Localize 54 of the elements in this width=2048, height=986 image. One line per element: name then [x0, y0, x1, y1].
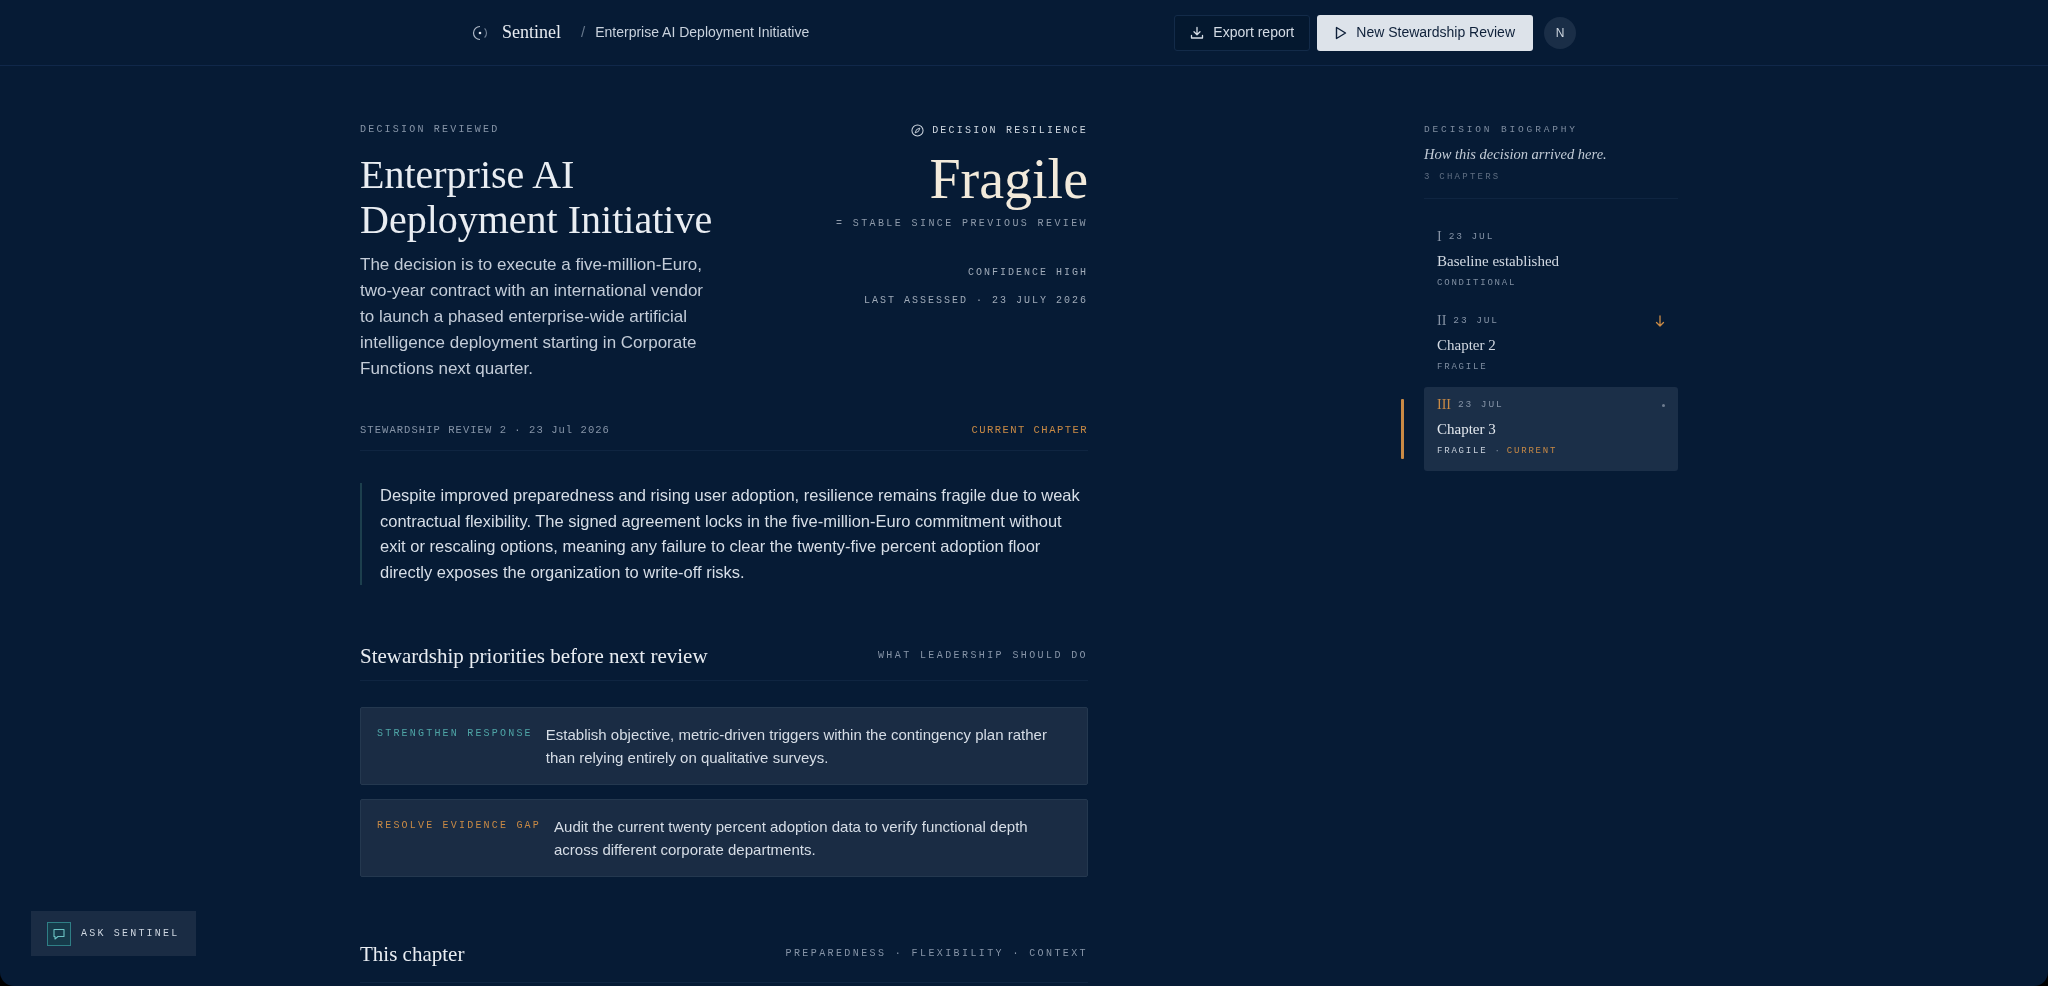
chapter-title: Baseline established	[1437, 252, 1561, 271]
priority-text: Establish objective, metric-driven triggers within the contingency plan rather than relying entirely on qualitative surveys.	[545, 725, 1048, 768]
chapter-date: 23 JUL	[1453, 315, 1499, 327]
last-assessed-label: LAST ASSESSED · 23 JULY 2026	[863, 295, 1088, 307]
chapter-date: 23 JUL	[1458, 399, 1504, 411]
chapter-tag: CURRENT	[1506, 445, 1558, 457]
selection-marker	[1401, 399, 1404, 459]
avatar-button[interactable]: N	[1544, 16, 1576, 49]
decision-title: Enterprise AI Deployment Initiative	[360, 152, 714, 242]
dot-icon	[1662, 403, 1665, 407]
resilience-rating: Fragile	[929, 149, 1088, 209]
pull-quote: Despite improved preparedness and rising user adoption, resilience remains fragile due to weak contractual flexibility. The signed agreement locks in the five-million-Euro commitment without exit or rescaling options, meaning any failure to clear the twenty-five percent adoption floor directly exposes the organization to write-off risks.	[360, 483, 1088, 585]
new-review-button[interactable]: New Stewardship Review	[1317, 14, 1533, 51]
breadcrumb-separator: /	[581, 22, 586, 43]
section-eyebrow: DECISION RESILIENCE	[932, 124, 1088, 137]
chapter-numeral: I	[1437, 230, 1442, 244]
chapter-item[interactable]: I 23 JUL Baseline established CONDITIONAL	[1424, 219, 1678, 303]
section-eyebrow: DECISION REVIEWED	[360, 124, 501, 136]
section-title: This chapter	[360, 941, 465, 968]
section-eyebrow: DECISION BIOGRAPHY	[1424, 124, 1579, 136]
status-separator: ·	[1494, 445, 1500, 457]
confidence-label: CONFIDENCE HIGH	[968, 267, 1088, 279]
decision-summary: The decision is to execute a five-million-Euro, two-year contract with an international vendor to launch a phased enterprise-wide artificial intelligence deployment starting in Corporate Functions next quarter.	[360, 254, 704, 380]
chapter-status: CONDITIONAL	[1437, 277, 1517, 289]
chapter-status: FRAGILE	[1437, 361, 1488, 373]
ask-assistant-button[interactable]: ASK SENTINEL	[31, 911, 196, 956]
chat-bubble-icon	[47, 921, 71, 946]
section-title: Stewardship priorities before next review	[360, 643, 708, 670]
ring-logo-icon[interactable]	[472, 24, 488, 41]
download-icon	[1190, 25, 1205, 40]
compass-icon	[911, 124, 925, 137]
brand-name[interactable]: Sentinel	[502, 19, 561, 46]
section-caption: WHAT LEADERSHIP SHOULD DO	[877, 650, 1088, 662]
chapter-count: 3 CHAPTERS	[1424, 171, 1502, 183]
breadcrumb-current: Enterprise AI Deployment Initiative	[595, 23, 810, 42]
chapter-label: CURRENT CHAPTER	[971, 423, 1088, 437]
trend-note: = STABLE SINCE PREVIOUS REVIEW	[835, 218, 1088, 230]
chapter-title: Chapter 3	[1437, 420, 1497, 439]
chapter-numeral: III	[1437, 398, 1451, 412]
review-label: STEWARDSHIP REVIEW 2 · 23 Jul 2026	[360, 423, 610, 437]
chapter-item[interactable]: III 23 JUL Chapter 3 FRAGILE · CURRENT	[1424, 387, 1678, 471]
priority-tag: STRENGTHEN RESPONSE	[377, 723, 533, 744]
chapter-numeral: II	[1437, 314, 1447, 328]
export-button[interactable]: Export report	[1174, 14, 1311, 51]
biography-tagline: How this decision arrived here.	[1424, 145, 1608, 163]
chapter-title: Chapter 2	[1437, 336, 1497, 355]
chapter-item[interactable]: II 23 JUL Chapter 2 FRAGILE	[1424, 303, 1678, 387]
priority-tag: RESOLVE EVIDENCE GAP	[377, 815, 542, 836]
down-arrow-icon	[1655, 315, 1665, 327]
play-icon	[1335, 25, 1348, 40]
section-caption: PREPAREDNESS · FLEXIBILITY · CONTEXT	[785, 948, 1088, 960]
priority-text: Audit the current twenty percent adoption data to verify functional depth across different corporate departments.	[554, 817, 1029, 860]
chapter-status: FRAGILE	[1437, 445, 1488, 457]
chapter-date: 23 JUL	[1448, 231, 1495, 243]
